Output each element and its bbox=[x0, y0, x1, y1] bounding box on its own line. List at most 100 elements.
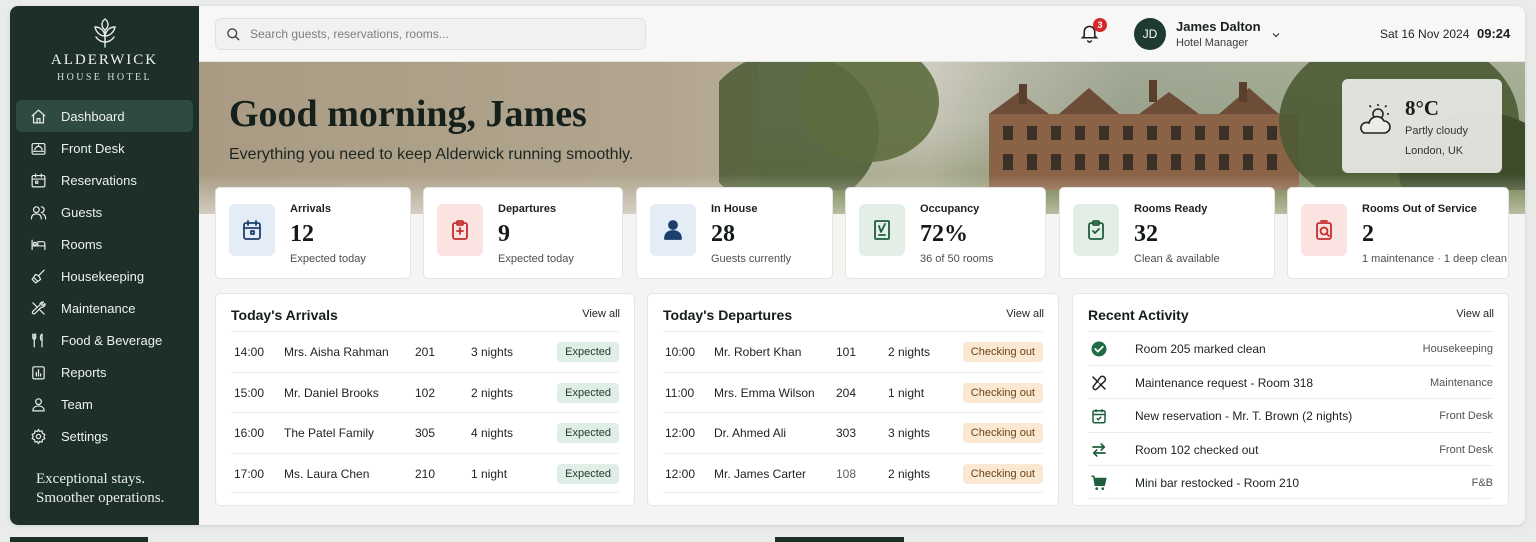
sidebar-item-food-beverage[interactable]: Food & Beverage bbox=[16, 324, 193, 356]
table-row[interactable]: 14:00 Mrs. Aisha Rahman 201 3 nights Exp… bbox=[231, 331, 619, 372]
room-number: 303 bbox=[836, 426, 857, 440]
search-input[interactable] bbox=[250, 27, 630, 41]
stat-card-arrivals[interactable]: Arrivals 12 Expected today bbox=[215, 187, 411, 279]
status-badge: Checking out bbox=[962, 463, 1043, 484]
stay-length: 4 nights bbox=[471, 426, 514, 440]
list-item[interactable]: New reservation - Mr. T. Brown (2 nights… bbox=[1088, 398, 1493, 432]
stat-value: 72% bbox=[920, 221, 968, 247]
check-circle-icon bbox=[1090, 340, 1108, 358]
stat-value: 2 bbox=[1362, 221, 1374, 247]
activity-text: New reservation - Mr. T. Brown (2 nights… bbox=[1135, 409, 1353, 423]
user-role: Hotel Manager bbox=[1176, 37, 1249, 49]
users-icon bbox=[29, 203, 47, 221]
arrivals-view-all-link[interactable]: View all bbox=[582, 308, 620, 320]
table-row[interactable]: 11:00 Mrs. Emma Wilson 204 1 night Check… bbox=[663, 371, 1043, 413]
stat-card-rooms-ready[interactable]: Rooms Ready 32 Clean & available bbox=[1059, 187, 1275, 279]
search-box[interactable] bbox=[215, 18, 646, 50]
stat-subtitle: Guests currently bbox=[711, 253, 792, 265]
sidebar-item-label: Maintenance bbox=[61, 300, 136, 316]
arrival-time: 15:00 bbox=[234, 385, 265, 400]
list-item[interactable]: Mini bar restocked - Room 210 F&B bbox=[1088, 465, 1493, 499]
list-item[interactable]: Room 102 checked out Front Desk bbox=[1088, 431, 1493, 466]
table-row[interactable]: 17:00 Ms. Laura Chen 210 1 night Expecte… bbox=[231, 452, 619, 493]
list-item[interactable]: Room 205 marked clean Housekeeping bbox=[1088, 331, 1493, 365]
clipboard-icon bbox=[452, 220, 468, 240]
sidebar-item-team[interactable]: Team bbox=[16, 388, 193, 420]
topbar: 3 JD James Dalton Hotel Manager Sat 16 N… bbox=[199, 6, 1525, 62]
partly-cloudy-icon bbox=[1360, 104, 1391, 134]
user-menu-chevron-down-icon[interactable] bbox=[1270, 28, 1282, 40]
calendar-icon bbox=[1090, 407, 1108, 425]
stat-card-in-house[interactable]: In House 28 Guests currently bbox=[636, 187, 833, 279]
notifications-button[interactable]: 3 bbox=[1079, 18, 1107, 46]
notification-count-badge: 3 bbox=[1093, 18, 1107, 32]
avatar[interactable]: JD bbox=[1134, 18, 1166, 50]
room-number: 102 bbox=[415, 385, 436, 400]
guest-name: Dr. Ahmed Ali bbox=[714, 426, 787, 440]
sidebar-item-settings[interactable]: Settings bbox=[16, 420, 193, 452]
stat-icon-box bbox=[1073, 204, 1119, 256]
table-row[interactable]: 10:00 Mr. Robert Khan 101 2 nights Check… bbox=[663, 331, 1043, 372]
sidebar-item-rooms[interactable]: Rooms bbox=[16, 228, 193, 260]
hotel-logo[interactable]: ALDERWICK HOUSE HOTEL bbox=[10, 6, 199, 83]
activity-list: Room 205 marked clean Housekeeping Maint… bbox=[1088, 331, 1493, 499]
sidebar-item-maintenance[interactable]: Maintenance bbox=[16, 292, 193, 324]
stay-length: 2 nights bbox=[471, 385, 514, 400]
guest-name: Mr. Daniel Brooks bbox=[284, 385, 379, 400]
table-row[interactable]: 12:00 Mr. James Carter 108 2 nights Chec… bbox=[663, 452, 1043, 493]
departures-view-all-link[interactable]: View all bbox=[1006, 308, 1044, 320]
sidebar-item-label: Housekeeping bbox=[61, 268, 145, 284]
activity-department: Front Desk bbox=[1439, 443, 1493, 456]
user-name[interactable]: James Dalton bbox=[1176, 19, 1261, 34]
stat-subtitle: Clean & available bbox=[1134, 253, 1220, 265]
list-item[interactable]: Maintenance request - Room 318 Maintenan… bbox=[1088, 364, 1493, 399]
sidebar-item-reservations[interactable]: Reservations bbox=[16, 164, 193, 196]
stat-subtitle: 36 of 50 rooms bbox=[920, 253, 994, 265]
sidebar-item-dashboard[interactable]: Dashboard bbox=[16, 100, 193, 132]
sidebar: ALDERWICK HOUSE HOTEL Dashboard Front De… bbox=[10, 6, 199, 525]
arrival-time: 16:00 bbox=[234, 426, 265, 440]
page-title: Good morning, James bbox=[229, 93, 587, 135]
sidebar-nav: Dashboard Front Desk Reservations Guests… bbox=[16, 100, 193, 452]
stat-card-departures[interactable]: Departures 9 Expected today bbox=[423, 187, 623, 279]
status-badge: Expected bbox=[557, 382, 619, 403]
room-number: 305 bbox=[415, 426, 436, 440]
stat-card-occupancy[interactable]: Occupancy 72% 36 of 50 rooms bbox=[845, 187, 1046, 279]
home-icon bbox=[29, 107, 47, 125]
departure-time: 10:00 bbox=[665, 345, 696, 359]
sidebar-item-label: Reports bbox=[61, 364, 107, 380]
panel-title: Today's Arrivals bbox=[231, 307, 338, 323]
sidebar-tagline: Exceptional stays. Smoother operations. bbox=[36, 470, 164, 508]
stat-value: 12 bbox=[290, 221, 314, 247]
current-date: Sat 16 Nov 2024 bbox=[1380, 27, 1470, 41]
stay-length: 2 nights bbox=[888, 466, 931, 481]
guest-name: Mr. Robert Khan bbox=[714, 345, 802, 359]
activity-department: Maintenance bbox=[1430, 376, 1493, 389]
leaf-logo-icon bbox=[93, 18, 116, 48]
sidebar-item-housekeeping[interactable]: Housekeeping bbox=[16, 260, 193, 292]
stay-length: 3 nights bbox=[888, 426, 931, 440]
table-row[interactable]: 16:00 The Patel Family 305 4 nights Expe… bbox=[231, 412, 619, 453]
stat-title: In House bbox=[711, 203, 758, 215]
stat-card-rooms-out-of-service[interactable]: Rooms Out of Service 2 1 maintenance · 1… bbox=[1287, 187, 1509, 279]
sidebar-item-guests[interactable]: Guests bbox=[16, 196, 193, 228]
status-badge: Expected bbox=[557, 423, 619, 443]
table-row[interactable]: 15:00 Mr. Daniel Brooks 102 2 nights Exp… bbox=[231, 371, 619, 413]
activity-view-all-link[interactable]: View all bbox=[1456, 308, 1494, 320]
bed-icon bbox=[29, 235, 47, 253]
warning-icon bbox=[1316, 220, 1332, 240]
stat-icon-box bbox=[859, 204, 905, 256]
sidebar-item-front-desk[interactable]: Front Desk bbox=[16, 132, 193, 164]
page-subtitle: Everything you need to keep Alderwick ru… bbox=[229, 146, 634, 163]
departure-time: 12:00 bbox=[665, 466, 696, 481]
stat-icon-box bbox=[437, 204, 483, 256]
brand-subtitle: HOUSE HOTEL bbox=[56, 72, 152, 83]
status-badge: Checking out bbox=[962, 342, 1043, 362]
sidebar-item-reports[interactable]: Reports bbox=[16, 356, 193, 388]
tools-icon bbox=[29, 299, 47, 317]
person-icon bbox=[664, 220, 682, 240]
broom-icon bbox=[29, 267, 47, 285]
activity-department: Front Desk bbox=[1439, 410, 1493, 422]
table-row[interactable]: 12:00 Dr. Ahmed Ali 303 3 nights Checkin… bbox=[663, 412, 1043, 453]
search-icon bbox=[227, 27, 240, 41]
